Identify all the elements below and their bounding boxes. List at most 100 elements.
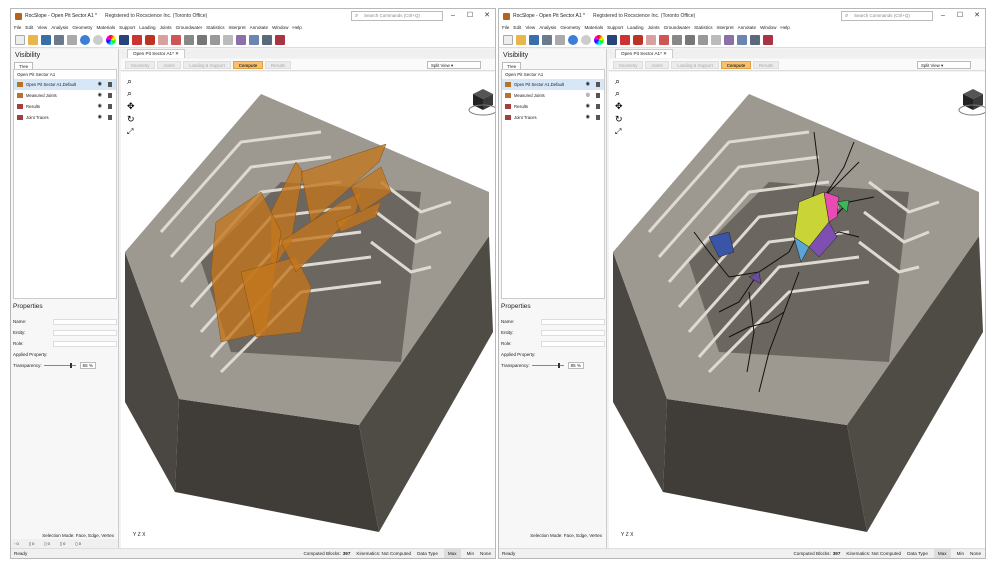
menu-item-edit[interactable]: Edit xyxy=(25,25,33,30)
block-icon[interactable] xyxy=(145,34,155,45)
chart-icon[interactable] xyxy=(119,34,129,45)
step-compute[interactable]: Compute xyxy=(233,61,263,69)
prop-name-field[interactable] xyxy=(53,318,117,325)
view-cube-icon[interactable] xyxy=(468,89,496,116)
zoom-icon[interactable]: ⌕ xyxy=(127,76,132,86)
open-folder-icon[interactable] xyxy=(28,34,38,45)
save-icon[interactable] xyxy=(529,34,539,45)
color-wheel-icon[interactable] xyxy=(106,34,116,45)
new-file-icon[interactable] xyxy=(15,34,25,45)
command-search-input[interactable]: ⌕ Search Commands (Ctrl+Q) xyxy=(841,11,933,21)
water-icon[interactable] xyxy=(210,34,220,45)
tree-item-joint-traces[interactable]: Joint Traces ◉ xyxy=(14,112,116,123)
prop-entity-field[interactable] xyxy=(53,329,117,336)
interpret-icon[interactable] xyxy=(724,34,734,45)
transparency-slider[interactable] xyxy=(43,363,76,368)
menu-item-annotate[interactable]: Annotate xyxy=(250,25,268,30)
min-button[interactable]: Min xyxy=(467,549,474,558)
tree-root[interactable]: Open Pit Sector A1 xyxy=(14,70,116,79)
trash-icon[interactable] xyxy=(596,82,600,87)
zoom-window-icon[interactable]: ⌕ xyxy=(615,88,620,98)
prop-role-field[interactable] xyxy=(541,340,605,347)
transparency-value[interactable]: 85 % xyxy=(567,362,584,369)
tree-item-results[interactable]: Results ◉ xyxy=(502,101,604,112)
step-geometry[interactable]: Geometry xyxy=(125,61,155,69)
step-joints[interactable]: Joints xyxy=(645,61,669,69)
close-icon[interactable]: ✕ xyxy=(969,9,985,23)
report-icon[interactable] xyxy=(275,34,285,45)
prop-entity-field[interactable] xyxy=(541,329,605,336)
rotate-icon[interactable]: ↻ xyxy=(127,114,135,124)
prop-role-field[interactable] xyxy=(53,340,117,347)
menu-item-groundwater[interactable]: Groundwater xyxy=(176,25,203,30)
table-icon[interactable] xyxy=(750,34,760,45)
stats-icon[interactable] xyxy=(249,34,259,45)
tree-item-measured-joints[interactable]: Measured Joints ◎ xyxy=(502,90,604,101)
shape-icon[interactable] xyxy=(223,34,233,45)
menu-item-loading[interactable]: Loading xyxy=(627,25,643,30)
print-icon[interactable] xyxy=(54,34,64,45)
minimize-icon[interactable]: – xyxy=(935,9,951,23)
max-button[interactable]: Max xyxy=(443,549,461,558)
undo-icon[interactable] xyxy=(80,34,90,45)
command-search-input[interactable]: ⌕ Search Commands (Ctrl+Q) xyxy=(351,11,443,21)
menu-item-window[interactable]: Window xyxy=(760,25,776,30)
pit-model[interactable]: ⌕ ⌕ ✥ ↻ ⤢ xyxy=(121,72,496,550)
fit-icon[interactable]: ⤢ xyxy=(126,127,133,136)
trash-icon[interactable] xyxy=(108,82,112,87)
maximize-icon[interactable]: ☐ xyxy=(952,9,968,23)
step-results[interactable]: Results xyxy=(753,61,779,69)
eye-icon[interactable]: ◉ xyxy=(98,112,102,123)
view-cube-icon[interactable] xyxy=(958,89,986,116)
redo-icon[interactable] xyxy=(93,34,103,45)
step-compute[interactable]: Compute xyxy=(721,61,751,69)
menu-item-help[interactable]: Help xyxy=(292,25,301,30)
eye-icon[interactable]: ◉ xyxy=(586,79,590,90)
close-icon[interactable]: ✕ xyxy=(479,9,495,23)
eye-icon[interactable]: ◎ xyxy=(586,90,590,101)
menu-item-interpret[interactable]: Interpret xyxy=(229,25,246,30)
eye-icon[interactable]: ◉ xyxy=(98,101,102,112)
new-file-icon[interactable] xyxy=(503,34,513,45)
min-button[interactable]: Min xyxy=(957,549,964,558)
pan-icon[interactable]: ✥ xyxy=(127,101,135,111)
menu-item-file[interactable]: File xyxy=(14,25,21,30)
step-loading-support[interactable]: Loading & Support xyxy=(183,61,231,69)
redo-icon[interactable] xyxy=(581,34,591,45)
menu-item-annotate[interactable]: Annotate xyxy=(738,25,756,30)
menu-item-groundwater[interactable]: Groundwater xyxy=(664,25,691,30)
save-icon[interactable] xyxy=(41,34,51,45)
support-icon[interactable] xyxy=(646,34,656,45)
support-icon[interactable] xyxy=(158,34,168,45)
menu-item-support[interactable]: Support xyxy=(119,25,135,30)
tab-document[interactable]: Open Pit Sector A1* ✕ xyxy=(127,49,185,58)
zoom-window-icon[interactable]: ⌕ xyxy=(127,88,132,98)
shape-icon[interactable] xyxy=(711,34,721,45)
trash-icon[interactable] xyxy=(108,104,112,109)
load-icon[interactable] xyxy=(197,34,207,45)
menu-item-edit[interactable]: Edit xyxy=(513,25,521,30)
step-joints[interactable]: Joints xyxy=(157,61,181,69)
prop-name-field[interactable] xyxy=(541,318,605,325)
tree-item-default[interactable]: Open Pit Sector A1.Default ◉ xyxy=(502,79,604,90)
menu-item-loading[interactable]: Loading xyxy=(139,25,155,30)
eye-icon[interactable]: ◉ xyxy=(98,90,102,101)
joints-icon[interactable] xyxy=(672,34,682,45)
3d-viewport[interactable]: ⌕ ⌕ ✥ ↻ ⤢ Y Z X xyxy=(121,72,495,548)
menu-item-geometry[interactable]: Geometry xyxy=(72,25,92,30)
max-button[interactable]: Max xyxy=(933,549,951,558)
menu-item-statistics[interactable]: Statistics xyxy=(206,25,224,30)
eye-icon[interactable]: ◉ xyxy=(586,101,590,112)
bolt-icon[interactable] xyxy=(659,34,669,45)
tree-item-joint-traces[interactable]: Joint Traces ◉ xyxy=(502,112,604,123)
tree-item-default[interactable]: Open Pit Sector A1.Default ◉ xyxy=(14,79,116,90)
undo-icon[interactable] xyxy=(568,34,578,45)
step-results[interactable]: Results xyxy=(265,61,291,69)
none-button[interactable]: None xyxy=(970,549,981,558)
export-icon[interactable] xyxy=(67,34,77,45)
maximize-icon[interactable]: ☐ xyxy=(462,9,478,23)
trash-icon[interactable] xyxy=(596,115,600,120)
load-icon[interactable] xyxy=(685,34,695,45)
interpret-icon[interactable] xyxy=(236,34,246,45)
split-view-select[interactable]: Split View ▾ xyxy=(917,61,971,69)
